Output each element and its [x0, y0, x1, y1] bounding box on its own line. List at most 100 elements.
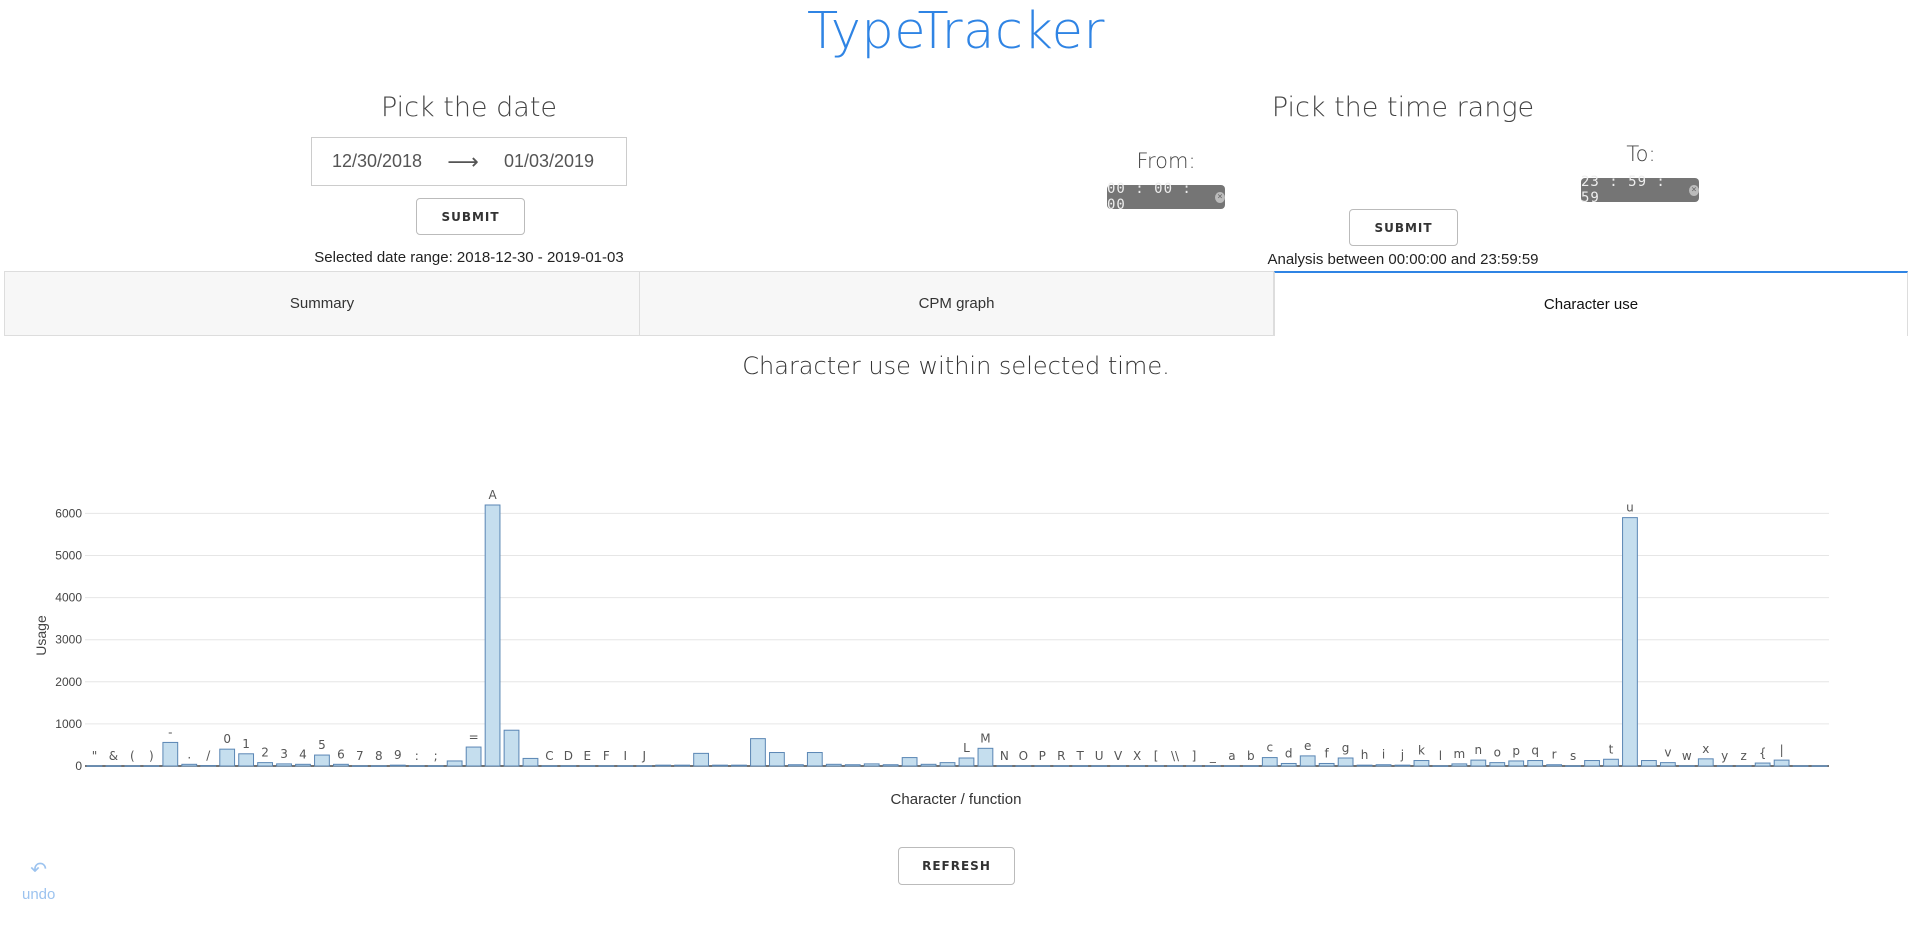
bar-label: ;	[434, 749, 438, 763]
chart-bar	[996, 765, 1013, 767]
chart-bar	[1072, 765, 1089, 767]
chart-bar	[1792, 765, 1809, 767]
bar-label: 8	[375, 749, 383, 763]
y-tick-label: 4000	[55, 591, 82, 605]
y-tick-label: 5000	[55, 549, 82, 563]
bar-label: ]	[1192, 749, 1197, 763]
bar-label: q	[1531, 744, 1539, 758]
bar-label: "	[92, 749, 98, 763]
bar-label: 4	[299, 747, 307, 761]
bar-label: c	[1266, 741, 1273, 755]
bar-label: n	[1474, 743, 1482, 757]
bar-label: s	[1570, 749, 1576, 763]
chart-bar	[295, 763, 311, 767]
chart-bar	[977, 747, 994, 767]
chart-bar	[1280, 762, 1297, 767]
chart-bar	[1167, 765, 1183, 767]
bar-label: N	[1000, 749, 1009, 763]
chart-bar	[1261, 757, 1278, 767]
chart-bar	[1773, 759, 1790, 767]
chart-bar	[1223, 765, 1240, 767]
chart-bar	[674, 764, 691, 767]
y-tick-label: 0	[75, 759, 82, 773]
bar-label: P	[1039, 749, 1046, 763]
bar-label: _	[1209, 749, 1217, 763]
chart-bar	[314, 754, 330, 767]
y-tick-label: 3000	[55, 633, 82, 647]
chart-bar	[655, 764, 672, 767]
bar-label: (	[130, 749, 135, 763]
bar-label: 7	[356, 749, 364, 763]
bar-label: t	[1609, 742, 1614, 756]
chart-bar	[276, 763, 292, 767]
undo-icon: ↶	[30, 859, 48, 881]
bar-label: D	[564, 749, 573, 763]
bar-label: a	[1228, 749, 1235, 763]
chart-bar	[1110, 765, 1127, 767]
chart-bar	[86, 765, 103, 767]
bar-label: [	[1154, 749, 1159, 763]
bar-label: V	[1114, 749, 1123, 763]
bar-label: =	[469, 730, 479, 744]
chart-bar	[1678, 765, 1695, 767]
chart-bar	[787, 764, 804, 767]
chart-bar	[731, 764, 747, 767]
bar-label: g	[1342, 741, 1350, 755]
chart-bar	[920, 763, 937, 767]
bar-label: x	[1702, 742, 1709, 756]
chart-bar	[1091, 765, 1108, 767]
refresh-button[interactable]: REFRESH	[898, 847, 1015, 885]
chart-bar	[1413, 760, 1430, 767]
x-axis-label: Character / function	[891, 791, 1022, 808]
chart-bar	[1697, 758, 1714, 767]
bar-label: M	[980, 731, 990, 745]
bar-label: w	[1682, 749, 1692, 763]
chart-bar	[958, 757, 975, 767]
chart-bar	[712, 764, 728, 767]
chart-bar	[162, 741, 179, 767]
bar-label: l	[1439, 749, 1442, 763]
chart-bar	[1508, 760, 1525, 767]
chart-bar	[769, 752, 785, 767]
bar-label: -	[168, 725, 172, 739]
chart-bar	[1470, 759, 1487, 767]
bar-label: k	[1418, 744, 1425, 758]
chart-bar	[389, 764, 406, 767]
chart-bar	[1451, 763, 1468, 767]
chart-bar	[1735, 765, 1752, 767]
chart-bar	[200, 765, 217, 767]
bar-label: \\	[1171, 749, 1180, 763]
chart-bar	[1811, 765, 1828, 767]
chart-bar	[1546, 764, 1563, 767]
chart-bar	[693, 752, 709, 767]
chart-bar	[863, 763, 880, 767]
chart-bar	[1148, 765, 1164, 767]
chart-bar	[1716, 765, 1733, 767]
bar-label: I	[623, 749, 627, 763]
chart-bar	[1641, 760, 1657, 767]
chart-bar	[522, 757, 539, 767]
chart-bar	[1015, 765, 1032, 767]
chart-bar	[617, 765, 634, 767]
chart-bar	[257, 762, 273, 767]
bar-label: 1	[242, 737, 250, 751]
undo-label: undo	[22, 886, 56, 903]
chart-bar	[370, 765, 387, 767]
bar-label: |	[1780, 743, 1784, 757]
chart-bar	[1375, 764, 1392, 767]
bar-label: 9	[394, 748, 402, 762]
character-use-chart: 0100020003000400050006000UsageCharacter …	[33, 488, 1829, 808]
bar-label: e	[1304, 739, 1311, 753]
chart-bar	[143, 765, 160, 767]
bar-label: b	[1247, 749, 1255, 763]
chart-bar	[560, 765, 577, 767]
y-tick-label: 1000	[55, 717, 82, 731]
undo-button[interactable]: ↶ undo	[22, 860, 55, 903]
bar-label: E	[584, 749, 592, 763]
bar-label: 6	[337, 747, 345, 761]
chart-bar	[541, 765, 558, 767]
bar-label: 5	[318, 738, 326, 752]
chart-bar	[901, 757, 918, 767]
chart-bar	[351, 765, 368, 767]
bar-label: X	[1133, 749, 1141, 763]
